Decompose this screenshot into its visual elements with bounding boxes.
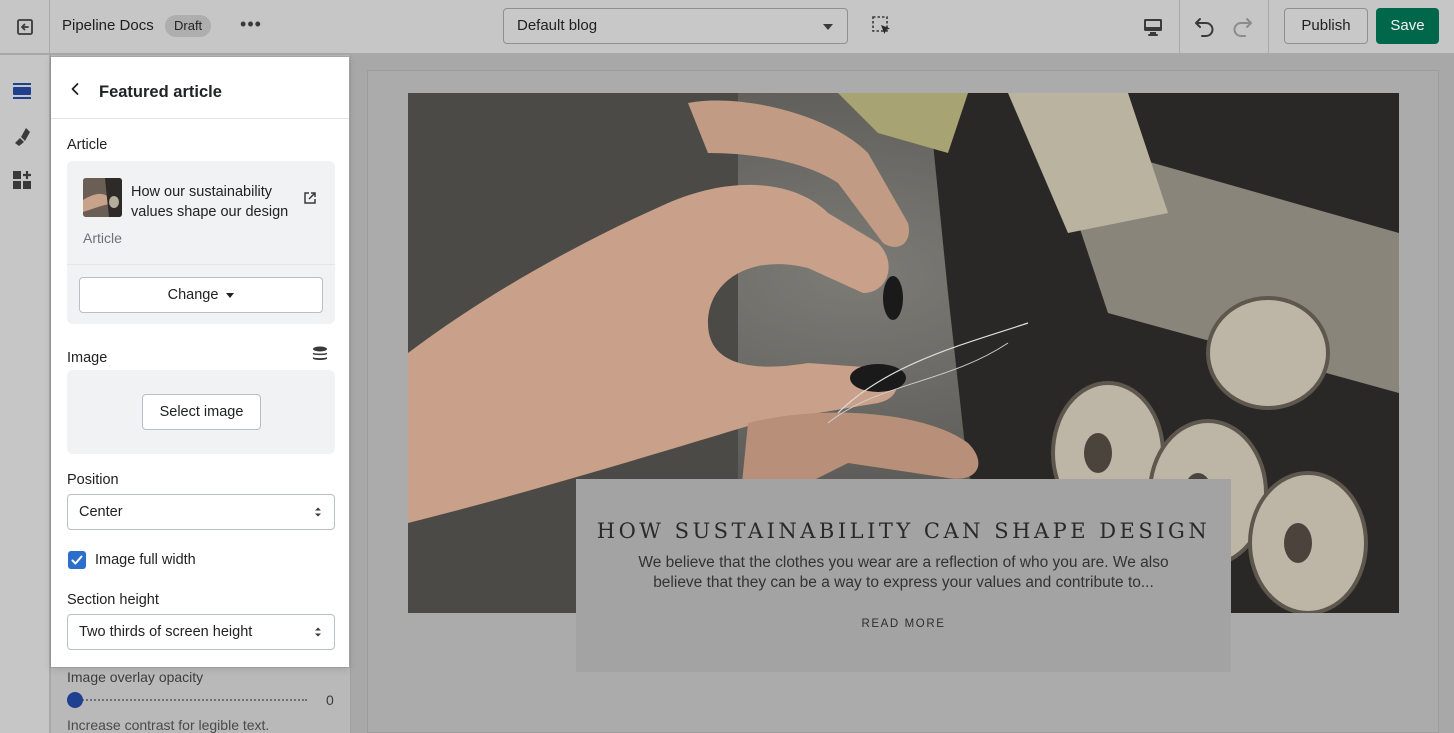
sections-button[interactable] bbox=[8, 77, 36, 105]
article-label: Article bbox=[67, 137, 108, 153]
toolbar-divider bbox=[1179, 0, 1180, 54]
featured-article-panel: Featured article Article How our sustain… bbox=[51, 57, 349, 667]
checkmark-icon bbox=[71, 555, 83, 565]
image-picker: Select image bbox=[67, 370, 335, 454]
change-article-label: Change bbox=[167, 287, 219, 303]
desktop-view-button[interactable] bbox=[1139, 13, 1167, 41]
theme-settings-icon bbox=[15, 128, 30, 146]
exit-icon bbox=[16, 19, 33, 35]
overlay-opacity-slider[interactable] bbox=[75, 699, 307, 701]
redo-button[interactable] bbox=[1229, 13, 1255, 39]
section-height-select-value: Two thirds of screen height bbox=[79, 624, 253, 640]
section-height-select[interactable]: Two thirds of screen height bbox=[67, 614, 335, 650]
toolbar-divider bbox=[1268, 0, 1269, 54]
status-badge: Draft bbox=[165, 15, 212, 37]
sections-icon bbox=[13, 83, 31, 99]
position-select[interactable]: Center bbox=[67, 494, 335, 530]
overlay-opacity-help: Increase contrast for legible text. bbox=[67, 717, 270, 733]
divider bbox=[67, 264, 335, 265]
overlay-opacity-label: Image overlay opacity bbox=[67, 669, 204, 685]
external-link-icon bbox=[304, 192, 316, 204]
store-name: Pipeline Docs bbox=[62, 17, 154, 34]
dynamic-source-button[interactable] bbox=[312, 346, 328, 362]
overlay-opacity-value: 0 bbox=[326, 692, 334, 708]
article-thumbnail-image bbox=[83, 178, 122, 217]
left-rail bbox=[0, 55, 50, 733]
article-name[interactable]: How our sustainability values shape our … bbox=[131, 182, 301, 222]
read-more-link[interactable]: READ MORE bbox=[576, 618, 1231, 630]
article-thumbnail bbox=[83, 178, 122, 217]
select-cursor-icon bbox=[872, 16, 890, 34]
theme-settings-button[interactable] bbox=[8, 122, 36, 150]
position-label: Position bbox=[67, 472, 119, 488]
image-full-width-label[interactable]: Image full width bbox=[95, 552, 196, 568]
section-height-label: Section height bbox=[67, 592, 159, 608]
app-blocks-button[interactable] bbox=[8, 166, 36, 194]
select-arrows-icon bbox=[315, 507, 321, 517]
image-full-width-checkbox[interactable] bbox=[68, 551, 86, 569]
select-arrows-icon bbox=[315, 627, 321, 637]
inspector-button[interactable] bbox=[870, 14, 894, 38]
more-actions-button[interactable]: ••• bbox=[238, 14, 264, 40]
article-card-title: HOW SUSTAINABILITY CAN SHAPE DESIGN bbox=[596, 519, 1211, 543]
open-article-button[interactable] bbox=[303, 191, 317, 205]
template-select-value: Default blog bbox=[517, 17, 598, 34]
panel-title: Featured article bbox=[99, 83, 222, 101]
slider-thumb[interactable] bbox=[67, 692, 83, 708]
database-icon bbox=[313, 346, 327, 360]
exit-button[interactable] bbox=[0, 0, 50, 54]
article-type: Article bbox=[83, 230, 122, 246]
article-card: HOW SUSTAINABILITY CAN SHAPE DESIGN We b… bbox=[576, 479, 1231, 672]
chevron-left-icon bbox=[71, 83, 79, 95]
redo-icon bbox=[1233, 18, 1252, 37]
article-card-excerpt: We believe that the clothes you wear are… bbox=[638, 554, 1169, 591]
top-bar: Pipeline Docs Draft ••• Default blog Pub… bbox=[0, 0, 1454, 54]
panel-header: Featured article bbox=[51, 57, 349, 119]
undo-button[interactable] bbox=[1192, 13, 1218, 39]
caret-down-icon bbox=[226, 292, 235, 298]
save-button[interactable]: Save bbox=[1376, 8, 1439, 44]
image-label: Image bbox=[67, 350, 108, 366]
position-select-value: Center bbox=[79, 504, 123, 520]
undo-icon bbox=[1195, 18, 1214, 37]
select-image-button[interactable]: Select image bbox=[142, 394, 261, 430]
chevron-down-icon bbox=[823, 24, 833, 30]
change-article-button[interactable]: Change bbox=[79, 277, 323, 313]
template-select[interactable]: Default blog bbox=[503, 8, 848, 44]
back-button[interactable] bbox=[65, 79, 85, 99]
article-picker: How our sustainability values shape our … bbox=[67, 161, 335, 324]
app-blocks-icon bbox=[13, 171, 31, 189]
publish-button[interactable]: Publish bbox=[1284, 8, 1368, 44]
desktop-icon bbox=[1144, 19, 1162, 36]
